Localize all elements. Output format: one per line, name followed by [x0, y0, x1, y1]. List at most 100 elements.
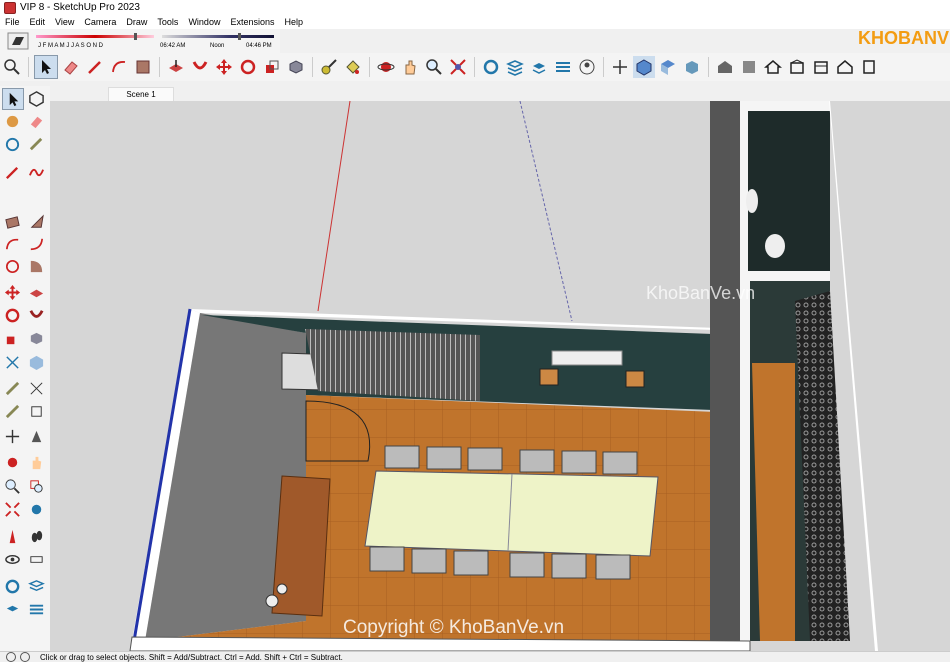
zoom-window-icon [450, 59, 466, 75]
left-styles-button[interactable] [2, 599, 22, 619]
move-button[interactable] [213, 56, 235, 78]
left-freehand-button[interactable] [26, 162, 46, 182]
left-scale-button[interactable] [2, 328, 22, 348]
left-follow-me-button[interactable] [26, 305, 46, 325]
menu-tools[interactable]: Tools [152, 17, 183, 27]
home-button[interactable] [762, 56, 784, 78]
paint-button[interactable] [342, 56, 364, 78]
top-view-button[interactable] [657, 56, 679, 78]
menu-extensions[interactable]: Extensions [225, 17, 279, 27]
zoom-button[interactable] [423, 56, 445, 78]
toolbar-separator [369, 57, 370, 77]
left-solid-tools-button[interactable] [2, 352, 22, 372]
toolbar-separator [603, 57, 604, 77]
menu-help[interactable]: Help [279, 17, 308, 27]
left-3pt-arc-button[interactable] [2, 256, 22, 276]
menu-camera[interactable]: Camera [79, 17, 121, 27]
section-plane-button[interactable] [480, 56, 502, 78]
left-pencil-button[interactable] [2, 162, 22, 182]
left-dimension-button[interactable] [26, 378, 46, 398]
left-arc-button[interactable] [2, 234, 22, 254]
left-zoom-button[interactable] [2, 476, 22, 496]
window-title: VIP 8 - SketchUp Pro 2023 [20, 2, 140, 13]
left-layers-button[interactable] [26, 576, 46, 596]
pan-button[interactable] [399, 56, 421, 78]
scene-1-tab[interactable]: Scene 1 [108, 87, 174, 101]
warehouse-button[interactable] [714, 56, 736, 78]
move-icon [4, 284, 20, 300]
iso-view-button[interactable] [633, 56, 655, 78]
left-zoom-extents-button[interactable] [2, 499, 22, 519]
left-2pt-arc-button[interactable] [26, 234, 46, 254]
scale-icon [6, 336, 14, 344]
left-3d-text-button[interactable] [26, 426, 46, 446]
zoom-window-button[interactable] [447, 56, 469, 78]
front-view-button[interactable] [681, 56, 703, 78]
house-button[interactable] [810, 56, 832, 78]
left-eraser-button[interactable] [26, 111, 46, 131]
left-walk-button[interactable] [26, 526, 46, 546]
scale-icon [266, 60, 279, 73]
building-button[interactable] [786, 56, 808, 78]
time-slider[interactable] [162, 35, 274, 38]
left-box-button[interactable] [26, 352, 46, 372]
left-text-button[interactable] [26, 401, 46, 421]
axes-button[interactable] [609, 56, 631, 78]
left-rectangle-button[interactable] [2, 212, 22, 232]
menu-file[interactable]: File [0, 17, 25, 27]
arc-button[interactable] [108, 56, 130, 78]
left-offset-button[interactable] [26, 328, 46, 348]
model-canvas[interactable] [50, 101, 950, 651]
offset-button[interactable] [285, 56, 307, 78]
menu-draw[interactable]: Draw [121, 17, 152, 27]
left-scenes-button[interactable] [26, 599, 46, 619]
select-button[interactable] [34, 55, 58, 79]
left-pan-button[interactable] [26, 452, 46, 472]
pencil-button[interactable] [84, 56, 106, 78]
menu-window[interactable]: Window [183, 17, 225, 27]
left-rotated-rect-button[interactable] [26, 212, 46, 232]
left-orbit-button[interactable] [2, 452, 22, 472]
left-select-button[interactable] [2, 88, 24, 110]
rectangle-button[interactable] [132, 56, 154, 78]
left-position-camera-button[interactable] [2, 526, 22, 546]
eraser-button[interactable] [60, 56, 82, 78]
left-tag-button[interactable] [2, 134, 22, 154]
left-tape-measure-button[interactable] [2, 378, 22, 398]
left-outliner-button[interactable] [2, 576, 22, 596]
bathroom [748, 111, 830, 271]
left-rotate-button[interactable] [2, 305, 22, 325]
follow-me-button[interactable] [189, 56, 211, 78]
square-button[interactable] [858, 56, 880, 78]
khobanve-logo: KHOBANVE [858, 28, 950, 48]
left-move-button[interactable] [2, 282, 22, 302]
tape-measure-button[interactable] [318, 56, 340, 78]
tags-button[interactable] [504, 56, 526, 78]
push-pull-button[interactable] [165, 56, 187, 78]
left-previous-button[interactable] [26, 499, 46, 519]
scale-button[interactable] [261, 56, 283, 78]
left-zoom-window-button[interactable] [26, 476, 46, 496]
house-outline-button[interactable] [834, 56, 856, 78]
account-button[interactable] [576, 56, 598, 78]
zoom-extents-button[interactable] [1, 56, 23, 78]
left-tape-button[interactable] [26, 134, 46, 154]
left-push-pull-button[interactable] [26, 282, 46, 302]
left-axes-button[interactable] [2, 426, 22, 446]
extension-button[interactable] [738, 56, 760, 78]
left-protractor-button[interactable] [2, 401, 22, 421]
orbit-button[interactable] [375, 56, 397, 78]
left-component-button[interactable] [26, 88, 46, 108]
left-section-button[interactable] [26, 549, 46, 569]
rotate-button[interactable] [237, 56, 259, 78]
three-point-arc-icon [5, 259, 19, 273]
styles-button[interactable] [552, 56, 574, 78]
menu-edit[interactable]: Edit [25, 17, 51, 27]
drawing-viewport[interactable] [50, 101, 950, 651]
left-paint-button[interactable] [2, 111, 22, 131]
eraser-icon [30, 116, 42, 128]
menu-view[interactable]: View [50, 17, 79, 27]
left-pie-button[interactable] [26, 256, 46, 276]
left-look-around-button[interactable] [2, 549, 22, 569]
outliner-button[interactable] [528, 56, 550, 78]
